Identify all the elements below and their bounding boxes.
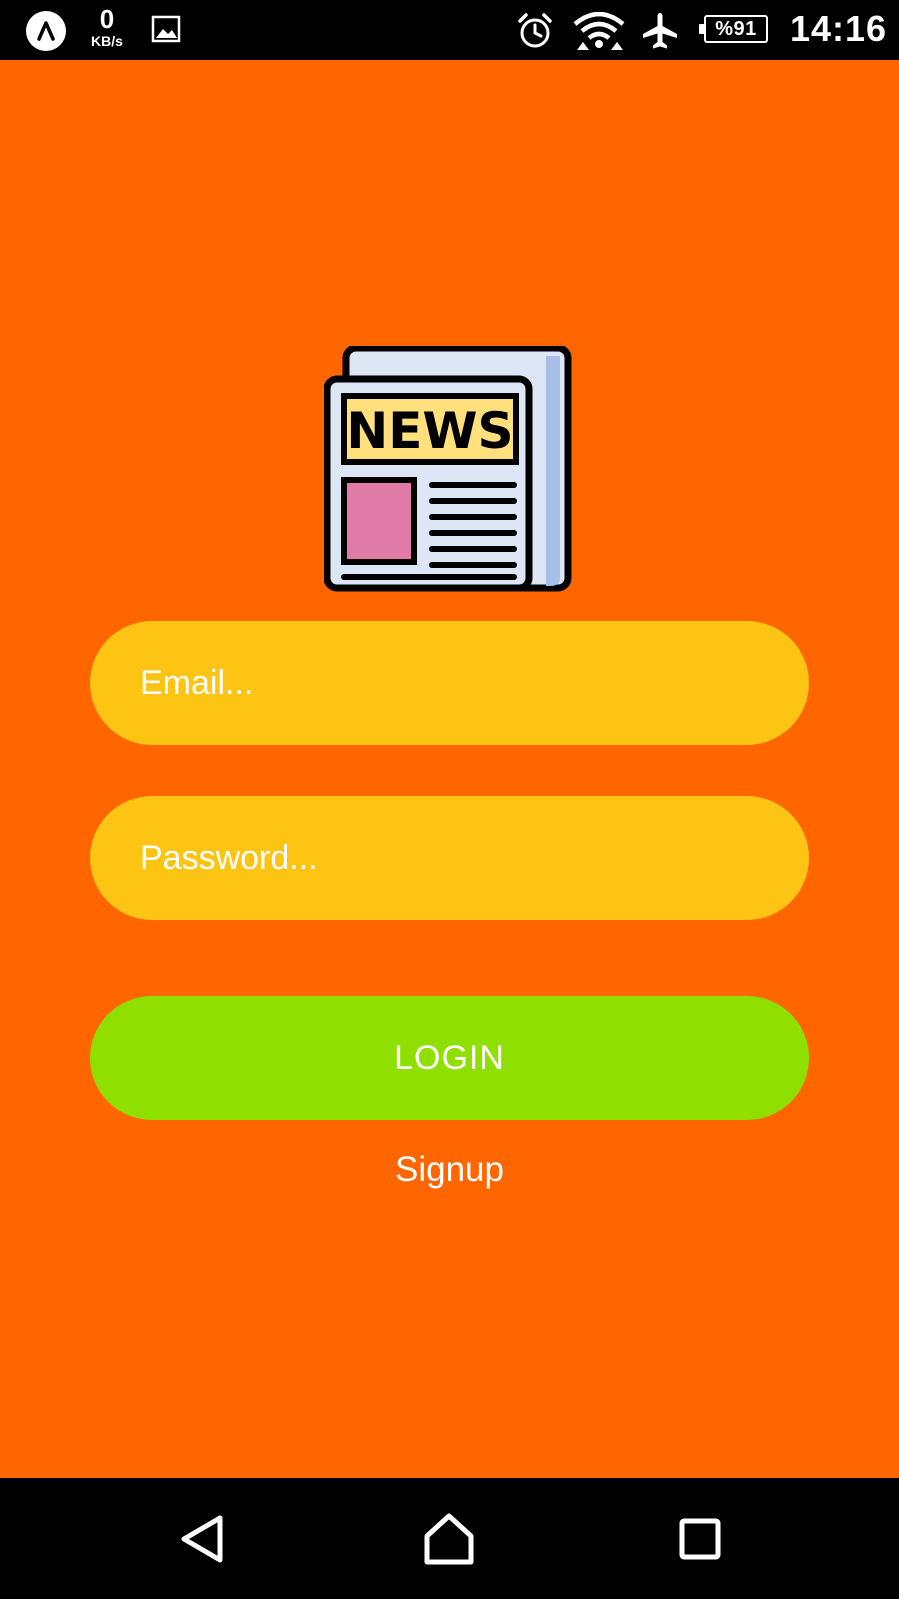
back-button[interactable] — [167, 1504, 237, 1574]
recent-apps-icon — [679, 1518, 721, 1560]
recent-apps-button[interactable] — [665, 1504, 735, 1574]
navigation-bar — [0, 1478, 899, 1599]
newspaper-header-text: NEWS — [346, 402, 513, 460]
network-speed-unit: KB/s — [91, 33, 123, 49]
battery-level: %91 — [715, 17, 757, 40]
home-icon — [424, 1513, 474, 1565]
back-icon — [181, 1515, 223, 1563]
wifi-icon — [573, 11, 625, 57]
home-button[interactable] — [414, 1504, 484, 1574]
newspaper-icon: NEWS — [324, 346, 572, 592]
newspaper-back-fold — [546, 356, 560, 586]
signup-link[interactable]: Signup — [0, 1150, 899, 1190]
battery-icon: %91 — [699, 15, 768, 43]
network-speed: 0 KB/s — [84, 6, 130, 48]
newspaper-photo — [341, 477, 417, 565]
login-screen: 0 KB/s %91 14:16 NEWS Email... LOGIN Sig… — [0, 0, 899, 1599]
alarm-icon — [516, 12, 554, 55]
password-field[interactable] — [90, 796, 809, 920]
status-bar: 0 KB/s %91 14:16 — [0, 0, 899, 60]
app-launcher-icon — [26, 11, 66, 51]
email-field[interactable] — [90, 621, 809, 745]
gallery-icon — [151, 14, 181, 49]
login-button[interactable]: LOGIN — [90, 996, 809, 1120]
airplane-mode-icon — [640, 11, 680, 56]
network-speed-value: 0 — [99, 4, 115, 34]
clock: 14:16 — [790, 8, 888, 49]
